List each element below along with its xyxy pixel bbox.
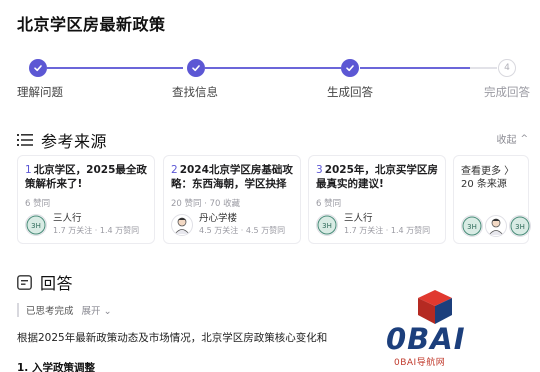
more-sources-card[interactable]: 查看更多 〉 20 条来源 3H 3H	[453, 155, 531, 244]
source-card-author: 丹心学楼 4.5 万关注 · 4.5 万赞同	[171, 213, 285, 236]
more-sources-text: 查看更多 〉 20 条来源	[461, 165, 514, 191]
chevron-down-icon: ⌄	[103, 306, 112, 317]
page-title: 北京学区房最新政策	[17, 15, 166, 34]
thought-status: 已思考完成 展开 ⌄	[17, 303, 112, 317]
answer-heading: 回答	[40, 274, 74, 293]
answer-header: 回答	[17, 270, 73, 294]
author-name: 三人行	[53, 213, 82, 224]
step-4-number: 4	[498, 59, 516, 77]
more-sources-count: 20 条来源	[461, 179, 507, 190]
source-card-title-text: 2025年，北京买学区房最真实的建议!	[316, 164, 438, 190]
expand-label: 展开	[81, 306, 101, 317]
document-icon	[17, 274, 32, 290]
step-connector	[205, 67, 341, 69]
answer-subheading: 1. 入学政策调整	[17, 362, 95, 372]
step-3-check-icon	[341, 59, 359, 77]
source-card-author: 3H 三人行 1.7 万关注 · 1.4 万赞同	[25, 213, 139, 236]
step-2-check-icon	[187, 59, 205, 77]
person-avatar-icon	[171, 213, 193, 236]
author-stats: 1.7 万关注 · 1.4 万赞同	[53, 226, 140, 235]
watermark-logo: 0BAI 0BAI导航网	[384, 288, 494, 368]
source-card-title: 1 北京学区，2025最全政策解析来了!	[25, 163, 148, 191]
source-card-number: 1	[25, 164, 32, 176]
more-sources-link: 查看更多 〉	[461, 166, 515, 177]
badge-avatar-icon: 3H	[25, 213, 47, 236]
step-2-label: 查找信息	[172, 85, 218, 99]
thought-status-text: 已思考完成	[26, 306, 74, 317]
answer-paragraph: 根据2025年最新政策动态及市场情况，北京学区房政策核心变化和	[17, 332, 328, 344]
source-card-meta: 20 赞同 · 70 收藏	[171, 199, 241, 209]
step-connector	[47, 67, 183, 69]
source-card-author: 3H 三人行 1.7 万关注 · 1.4 万赞同	[316, 213, 430, 236]
expand-button[interactable]: 展开 ⌄	[82, 303, 112, 317]
source-card-2[interactable]: 2 2024北京学区房基础攻略：东西海朝，学区抉择 20 赞同 · 70 收藏 丹…	[163, 155, 301, 244]
source-card-3[interactable]: 3 2025年，北京买学区房最真实的建议! 6 赞同 3H 三人行 1.7 万关注…	[308, 155, 446, 244]
progress-stepper: 4 理解问题 查找信息 生成回答 完成回答	[0, 56, 540, 99]
step-connector	[470, 67, 497, 69]
watermark-brand: 0BAI	[386, 322, 466, 356]
source-card-meta: 6 赞同	[316, 199, 342, 209]
collapse-button[interactable]: 收起 ^	[496, 131, 528, 147]
badge-avatar-icon: 3H	[316, 213, 338, 236]
author-name: 丹心学楼	[199, 213, 238, 224]
badge-avatar-icon: 3H	[461, 215, 483, 237]
source-card-1[interactable]: 1 北京学区，2025最全政策解析来了! 6 赞同 3H 三人行 1.7 万关注 …	[17, 155, 155, 244]
source-card-title: 3 2025年，北京买学区房最真实的建议!	[316, 163, 439, 191]
source-card-number: 3	[316, 164, 323, 176]
source-card-title: 2 2024北京学区房基础攻略：东西海朝，学区抉择	[171, 163, 294, 191]
step-3-label: 生成回答	[327, 85, 373, 99]
source-card-meta: 6 赞同	[25, 199, 51, 209]
author-stats: 4.5 万关注 · 4.5 万赞同	[199, 226, 286, 235]
collapse-label: 收起	[496, 135, 517, 146]
source-card-number: 2	[171, 164, 178, 176]
step-1-check-icon	[29, 59, 47, 77]
list-icon	[17, 134, 33, 146]
author-stats: 1.7 万关注 · 1.4 万赞同	[344, 226, 431, 235]
svg-text:3H: 3H	[322, 222, 332, 230]
badge-avatar-icon: 3H	[509, 215, 531, 237]
svg-text:3H: 3H	[515, 223, 525, 231]
step-4-label: 完成回答	[484, 85, 530, 99]
watermark-subtitle: 0BAI导航网	[394, 358, 446, 368]
sources-heading: 参考来源	[41, 132, 108, 151]
step-connector	[360, 67, 470, 69]
chevron-up-icon: ^	[520, 133, 528, 144]
step-1-label: 理解问题	[17, 85, 63, 99]
svg-text:3H: 3H	[31, 222, 41, 230]
person-avatar-icon	[485, 215, 507, 237]
sources-header: 参考来源	[17, 128, 107, 152]
author-name: 三人行	[344, 213, 373, 224]
cube-logo-icon	[418, 290, 452, 324]
source-card-title-text: 北京学区，2025最全政策解析来了!	[25, 164, 147, 190]
more-sources-avatars: 3H 3H	[461, 215, 533, 237]
svg-text:3H: 3H	[467, 223, 477, 231]
source-card-title-text: 2024北京学区房基础攻略：东西海朝，学区抉择	[171, 164, 293, 190]
